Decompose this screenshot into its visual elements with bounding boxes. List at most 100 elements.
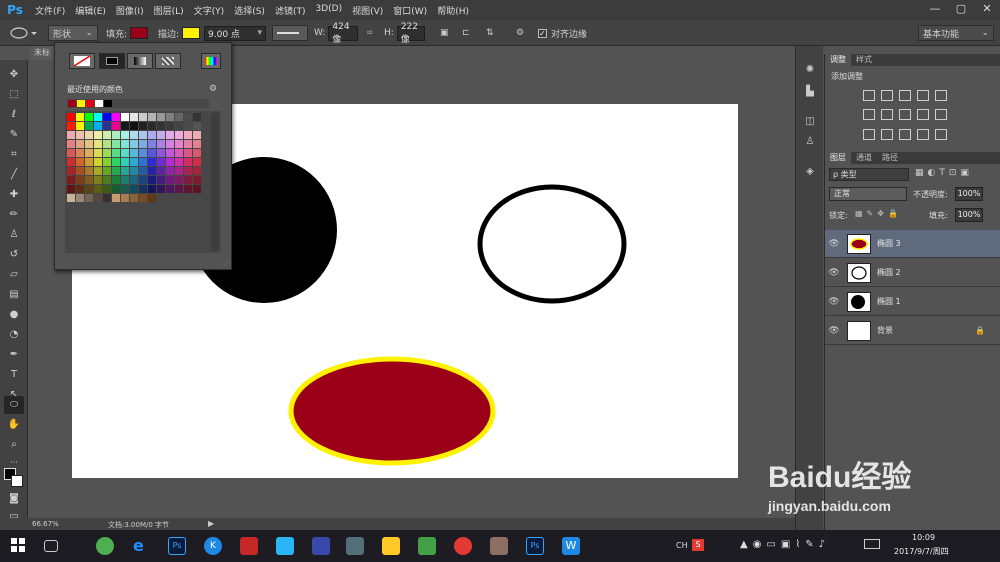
eraser-tool-icon[interactable]: ▱ [4, 266, 24, 284]
gear-icon[interactable]: ⚙ [516, 24, 524, 42]
layer-row[interactable]: 👁 背景 🔒 [825, 317, 1000, 345]
color-swatch[interactable] [175, 113, 183, 121]
stroke-type-dropdown[interactable] [272, 25, 308, 41]
color-swatch[interactable] [184, 194, 192, 202]
menu-item-9[interactable]: 窗口(W) [388, 4, 432, 17]
color-swatch[interactable] [184, 149, 192, 157]
color-swatch[interactable] [148, 131, 156, 139]
app-360-icon[interactable] [96, 537, 114, 555]
color-swatch[interactable] [76, 185, 84, 193]
width-field[interactable]: 424 像 [328, 22, 359, 45]
color-swatch[interactable] [175, 122, 183, 130]
color-swatch[interactable] [94, 194, 102, 202]
color-swatch[interactable] [112, 140, 120, 148]
layer-row[interactable]: 👁 椭圆 1 [825, 288, 1000, 316]
outline-ellipse[interactable] [477, 184, 627, 304]
color-swatch[interactable] [184, 140, 192, 148]
color-swatch[interactable] [148, 149, 156, 157]
color-swatch[interactable] [94, 122, 102, 130]
kugou-icon[interactable]: K [204, 537, 222, 555]
color-swatch[interactable] [112, 149, 120, 157]
color-swatch[interactable] [139, 122, 147, 130]
color-swatch[interactable] [130, 176, 138, 184]
color-swatch[interactable] [103, 194, 111, 202]
color-swatch[interactable] [103, 131, 111, 139]
eye-icon[interactable]: 👁 [825, 268, 843, 278]
brush-tool-icon[interactable]: ✏ [4, 206, 24, 224]
adjustment-icon[interactable] [935, 129, 947, 140]
color-swatch[interactable] [85, 176, 93, 184]
color-swatch[interactable] [175, 140, 183, 148]
color-swatch[interactable] [193, 149, 201, 157]
color-swatch[interactable] [130, 140, 138, 148]
pattern-button[interactable] [155, 53, 181, 69]
eyedropper-tool-icon[interactable]: ╱ [4, 166, 24, 184]
color-swatch[interactable] [121, 140, 129, 148]
color-swatch[interactable] [121, 176, 129, 184]
color-swatch[interactable] [67, 149, 75, 157]
color-swatch[interactable] [94, 131, 102, 139]
color-swatch[interactable] [130, 167, 138, 175]
color-swatch[interactable] [148, 122, 156, 130]
color-swatch[interactable] [67, 122, 75, 130]
color-swatch[interactable] [193, 122, 201, 130]
color-swatch[interactable] [85, 131, 93, 139]
color-swatch[interactable] [157, 194, 165, 202]
clone-stamp-tool-icon[interactable]: ♙ [4, 226, 24, 244]
eye-icon[interactable]: 👁 [825, 239, 843, 249]
tray-icons[interactable]: ▲◉▭▣⌇✎♪ [740, 539, 830, 550]
hand-tool-icon[interactable]: ✋ [4, 416, 24, 434]
photoshop-taskbar-icon[interactable]: Ps [526, 537, 544, 555]
color-swatch[interactable] [175, 149, 183, 157]
adjustment-icon[interactable] [935, 90, 947, 101]
color-swatch[interactable] [139, 131, 147, 139]
3d-icon[interactable]: ◈ [801, 166, 819, 182]
adjustment-icon[interactable] [917, 129, 929, 140]
color-swatch[interactable] [94, 149, 102, 157]
menu-item-8[interactable]: 视图(V) [347, 4, 388, 17]
color-swatch[interactable] [139, 140, 147, 148]
menu-item-7[interactable]: 3D(D) [310, 4, 347, 17]
task-view-icon[interactable] [44, 540, 58, 552]
paint-icon[interactable] [490, 537, 508, 555]
color-swatch[interactable] [121, 185, 129, 193]
adjustment-icon[interactable] [935, 109, 947, 120]
color-swatch[interactable] [130, 185, 138, 193]
color-swatch[interactable] [148, 167, 156, 175]
color-swatch[interactable] [121, 167, 129, 175]
marquee-tool-icon[interactable]: ⬚ [4, 86, 24, 104]
red-yellow-ellipse[interactable] [288, 356, 496, 466]
color-swatch[interactable] [112, 158, 120, 166]
tab-channels[interactable]: 通道 [851, 152, 877, 164]
color-swatch[interactable] [85, 185, 93, 193]
ellipse-tool-icon[interactable]: ⬭ [4, 396, 24, 414]
color-swatch[interactable] [76, 176, 84, 184]
menu-item-1[interactable]: 编辑(E) [70, 4, 111, 17]
color-swatch[interactable] [76, 149, 84, 157]
color-swatch[interactable] [184, 176, 192, 184]
color-swatch[interactable] [94, 140, 102, 148]
adjustment-icon[interactable] [863, 109, 875, 120]
color-swatch[interactable] [139, 167, 147, 175]
tab-adjustments[interactable]: 调整 [825, 54, 851, 66]
iqiyi-icon[interactable] [418, 537, 436, 555]
color-swatch[interactable] [148, 140, 156, 148]
color-swatch[interactable] [148, 194, 156, 202]
recent-color-swatch[interactable] [68, 100, 76, 107]
color-swatch[interactable] [166, 113, 174, 121]
color-swatch[interactable] [121, 158, 129, 166]
color-swatch[interactable] [67, 194, 75, 202]
tool-preset-picker[interactable] [8, 24, 38, 42]
color-swatch[interactable] [175, 185, 183, 193]
resize-grip-icon[interactable]: ⋰ [223, 260, 229, 267]
lock-icons[interactable]: ▦✎✥🔒 [855, 209, 902, 218]
color-swatch[interactable] [193, 185, 201, 193]
adjustment-icon[interactable] [881, 90, 893, 101]
color-swatch[interactable] [139, 176, 147, 184]
color-swatch[interactable] [193, 113, 201, 121]
clone-source-icon[interactable]: ♙ [801, 136, 819, 152]
tab-styles[interactable]: 样式 [851, 54, 877, 66]
color-swatch[interactable] [193, 140, 201, 148]
recent-color-swatch[interactable] [104, 100, 112, 107]
history-icon[interactable]: ✺ [801, 64, 819, 80]
